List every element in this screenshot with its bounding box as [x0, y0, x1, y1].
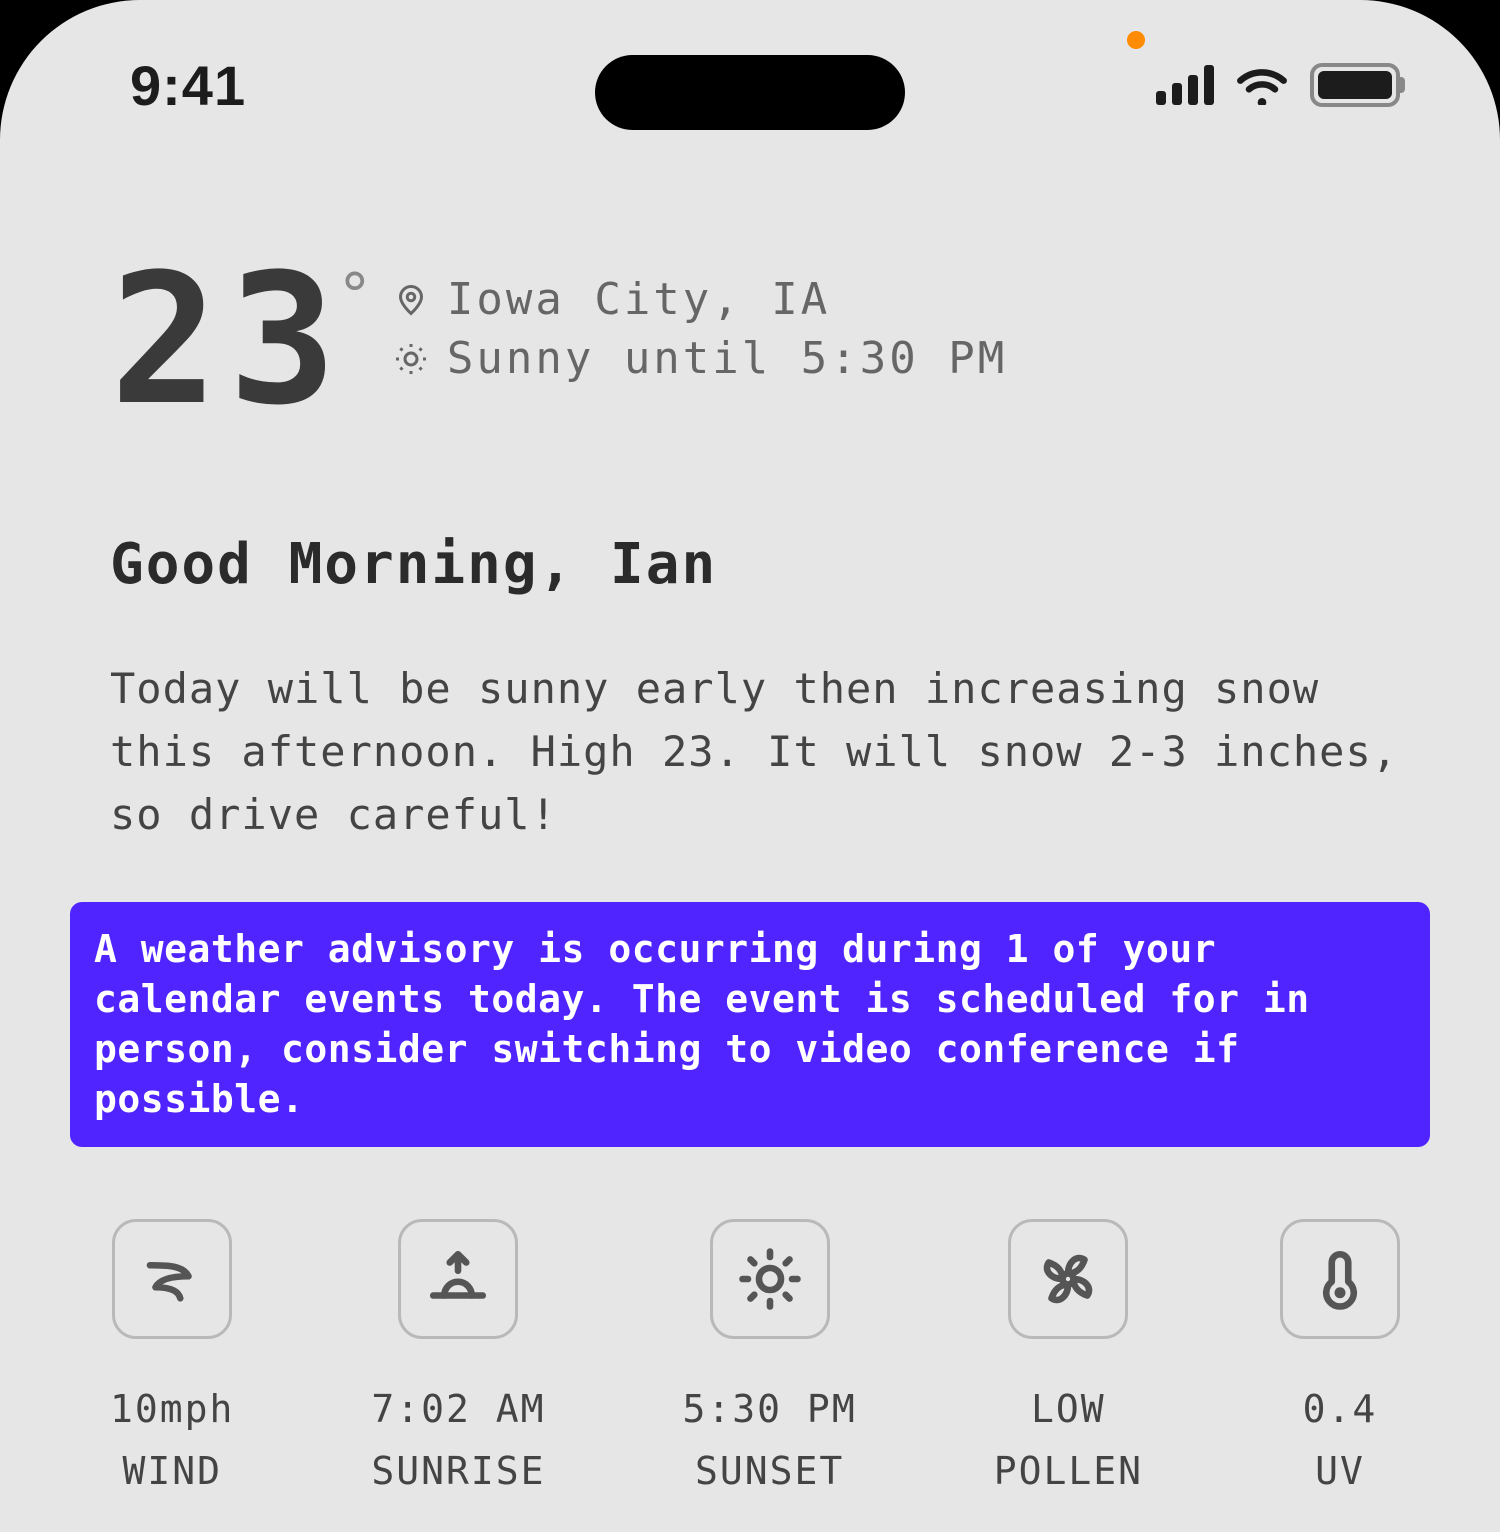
stats-row: 10mph WIND 7:02 AM SUNRISE 5:30 PM SUNSET LOW P… — [110, 1219, 1410, 1493]
stat-label: SUNSET — [695, 1449, 844, 1493]
stat-value: 5:30 PM — [683, 1387, 857, 1431]
status-indicators — [1156, 63, 1400, 107]
stat-pollen[interactable]: LOW POLLEN — [994, 1219, 1143, 1493]
recording-indicator-icon — [1127, 31, 1145, 49]
sun-small-icon — [393, 341, 429, 377]
fan-icon — [1008, 1219, 1128, 1339]
thermo-icon — [1280, 1219, 1400, 1339]
stat-value: 7:02 AM — [371, 1387, 545, 1431]
stat-label: POLLEN — [994, 1449, 1143, 1493]
condition-text: Sunny until 5:30 PM — [447, 333, 1007, 384]
condition-line: Sunny until 5:30 PM — [393, 333, 1007, 384]
stat-uv[interactable]: 0.4 UV — [1280, 1219, 1400, 1493]
weather-hero: 23 ° Iowa City, IA Sunny until 5:30 PM — [110, 260, 1410, 422]
location-line: Iowa City, IA — [393, 274, 1007, 325]
stat-label: WIND — [122, 1449, 222, 1493]
stat-value: 10mph — [110, 1387, 234, 1431]
stat-wind[interactable]: 10mph WIND — [110, 1219, 234, 1493]
sunrise-icon — [398, 1219, 518, 1339]
wifi-icon — [1236, 65, 1288, 105]
status-time: 9:41 — [130, 53, 246, 118]
battery-icon — [1310, 63, 1400, 107]
stat-sunrise[interactable]: 7:02 AM SUNRISE — [371, 1219, 545, 1493]
status-bar: 9:41 — [0, 45, 1500, 125]
location-pin-icon — [393, 282, 429, 318]
stat-sunset[interactable]: 5:30 PM SUNSET — [683, 1219, 857, 1493]
location-text: Iowa City, IA — [447, 274, 830, 325]
sun-icon — [710, 1219, 830, 1339]
stat-value: 0.4 — [1303, 1387, 1378, 1431]
stat-label: SUNRISE — [371, 1449, 545, 1493]
current-temperature: 23 — [110, 260, 347, 422]
wind-icon — [112, 1219, 232, 1339]
stat-label: UV — [1315, 1449, 1365, 1493]
main-content: 23 ° Iowa City, IA Sunny until 5:30 PM G… — [0, 0, 1500, 1493]
weather-advisory-banner[interactable]: A weather advisory is occurring during 1… — [70, 902, 1430, 1147]
greeting-heading: Good Morning, Ian — [110, 532, 1410, 597]
phone-frame: 9:41 23 ° Iowa City, IA — [0, 0, 1500, 1532]
forecast-summary: Today will be sunny early then increasin… — [110, 657, 1410, 846]
degree-symbol: ° — [337, 266, 373, 326]
stat-value: LOW — [1031, 1387, 1106, 1431]
cellular-icon — [1156, 65, 1214, 105]
